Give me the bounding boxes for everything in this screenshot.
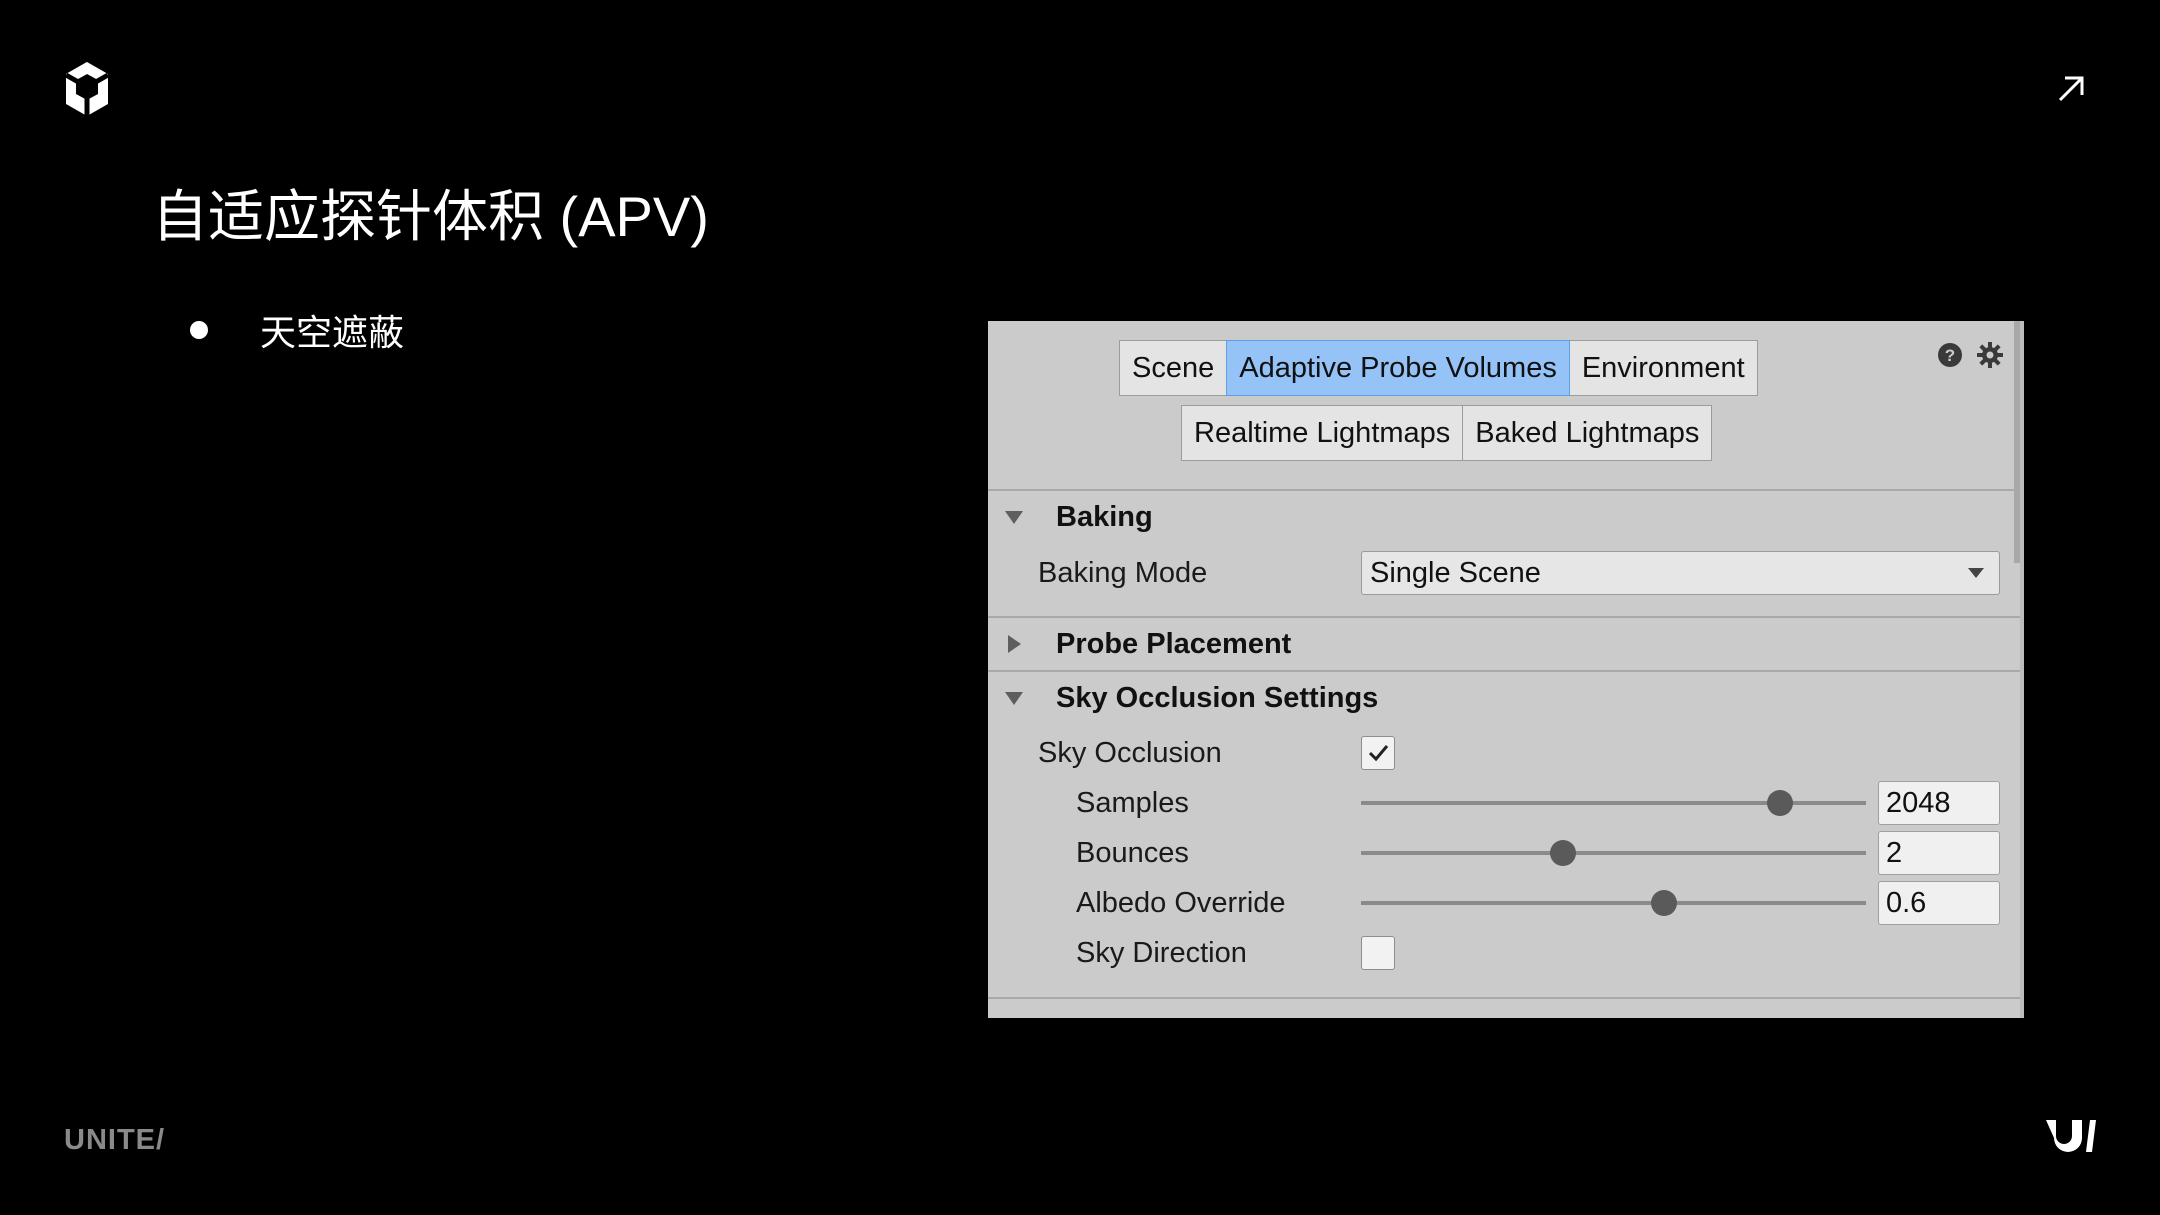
section-header-baking[interactable]: Baking bbox=[988, 491, 2020, 543]
samples-row: Samples 2048 bbox=[988, 778, 2020, 828]
bullet-dot-icon bbox=[190, 321, 208, 339]
section-title: Baking bbox=[1056, 500, 1153, 533]
section-header-sky-occlusion[interactable]: Sky Occlusion Settings bbox=[988, 672, 2020, 724]
slide-title: 自适应探针体积 (APV) bbox=[152, 185, 709, 248]
baking-mode-value: Single Scene bbox=[1370, 557, 1541, 589]
albedo-override-row: Albedo Override 0.6 bbox=[988, 878, 2020, 928]
expanded-triangle-icon bbox=[1005, 692, 1023, 705]
sky-occlusion-checkbox[interactable] bbox=[1361, 736, 1395, 770]
bullet-item: 天空遮蔽 bbox=[190, 305, 404, 355]
baking-mode-label: Baking Mode bbox=[1038, 556, 1208, 589]
tab-environment[interactable]: Environment bbox=[1568, 340, 1758, 396]
svg-text:?: ? bbox=[1945, 346, 1955, 365]
lighting-tabs-row-2: Realtime Lightmaps Baked Lightmaps bbox=[1181, 405, 1713, 461]
baking-mode-row: Baking Mode Single Scene bbox=[988, 548, 2020, 598]
lighting-tabs-row-1: Scene Adaptive Probe Volumes Environment bbox=[1119, 340, 1758, 396]
unite-u-logo-icon bbox=[2046, 1120, 2096, 1152]
bullet-text: 天空遮蔽 bbox=[260, 312, 405, 353]
sky-occlusion-label: Sky Occlusion bbox=[1038, 736, 1222, 769]
tab-realtime-lightmaps[interactable]: Realtime Lightmaps bbox=[1181, 405, 1464, 461]
expand-arrow-icon[interactable] bbox=[2056, 74, 2086, 104]
chevron-down-icon bbox=[1968, 568, 1984, 578]
albedo-override-label: Albedo Override bbox=[1076, 886, 1286, 919]
bounces-row: Bounces 2 bbox=[988, 828, 2020, 878]
tab-scene[interactable]: Scene bbox=[1119, 340, 1228, 396]
divider bbox=[988, 997, 2020, 999]
section-title: Sky Occlusion Settings bbox=[1056, 681, 1379, 714]
lighting-settings-panel: ? Scene Adaptive Probe Volumes Environme… bbox=[988, 321, 2024, 1018]
sky-direction-label: Sky Direction bbox=[1076, 936, 1247, 969]
slider-track bbox=[1361, 901, 1866, 905]
albedo-override-field[interactable]: 0.6 bbox=[1878, 881, 2000, 925]
bounces-field[interactable]: 2 bbox=[1878, 831, 2000, 875]
bounces-label: Bounces bbox=[1076, 836, 1189, 869]
tab-baked-lightmaps[interactable]: Baked Lightmaps bbox=[1462, 405, 1713, 461]
slider-track bbox=[1361, 851, 1866, 855]
slider-thumb[interactable] bbox=[1550, 840, 1576, 866]
sky-direction-row: Sky Direction bbox=[988, 928, 2020, 978]
slider-thumb[interactable] bbox=[1651, 890, 1677, 916]
help-icon[interactable]: ? bbox=[1936, 341, 1964, 369]
samples-slider[interactable] bbox=[1361, 788, 1866, 818]
samples-label: Samples bbox=[1076, 786, 1189, 819]
bounces-slider[interactable] bbox=[1361, 838, 1866, 868]
gear-icon[interactable] bbox=[1976, 341, 2004, 369]
section-header-probe-placement[interactable]: Probe Placement bbox=[988, 618, 2020, 670]
baking-mode-dropdown[interactable]: Single Scene bbox=[1361, 551, 2000, 595]
albedo-override-slider[interactable] bbox=[1361, 888, 1866, 918]
section-title: Probe Placement bbox=[1056, 627, 1292, 660]
checkmark-icon bbox=[1368, 745, 1389, 762]
collapsed-triangle-icon bbox=[1008, 635, 1021, 653]
sky-direction-checkbox[interactable] bbox=[1361, 936, 1395, 970]
slider-thumb[interactable] bbox=[1767, 790, 1794, 816]
sky-occlusion-row: Sky Occlusion bbox=[988, 728, 2020, 778]
tab-adaptive-probe-volumes[interactable]: Adaptive Probe Volumes bbox=[1226, 340, 1570, 396]
expanded-triangle-icon bbox=[1005, 511, 1023, 524]
unity-logo-icon bbox=[64, 62, 110, 116]
unite-brand: UNITE/ bbox=[64, 1124, 166, 1156]
samples-field[interactable]: 2048 bbox=[1878, 781, 2000, 825]
